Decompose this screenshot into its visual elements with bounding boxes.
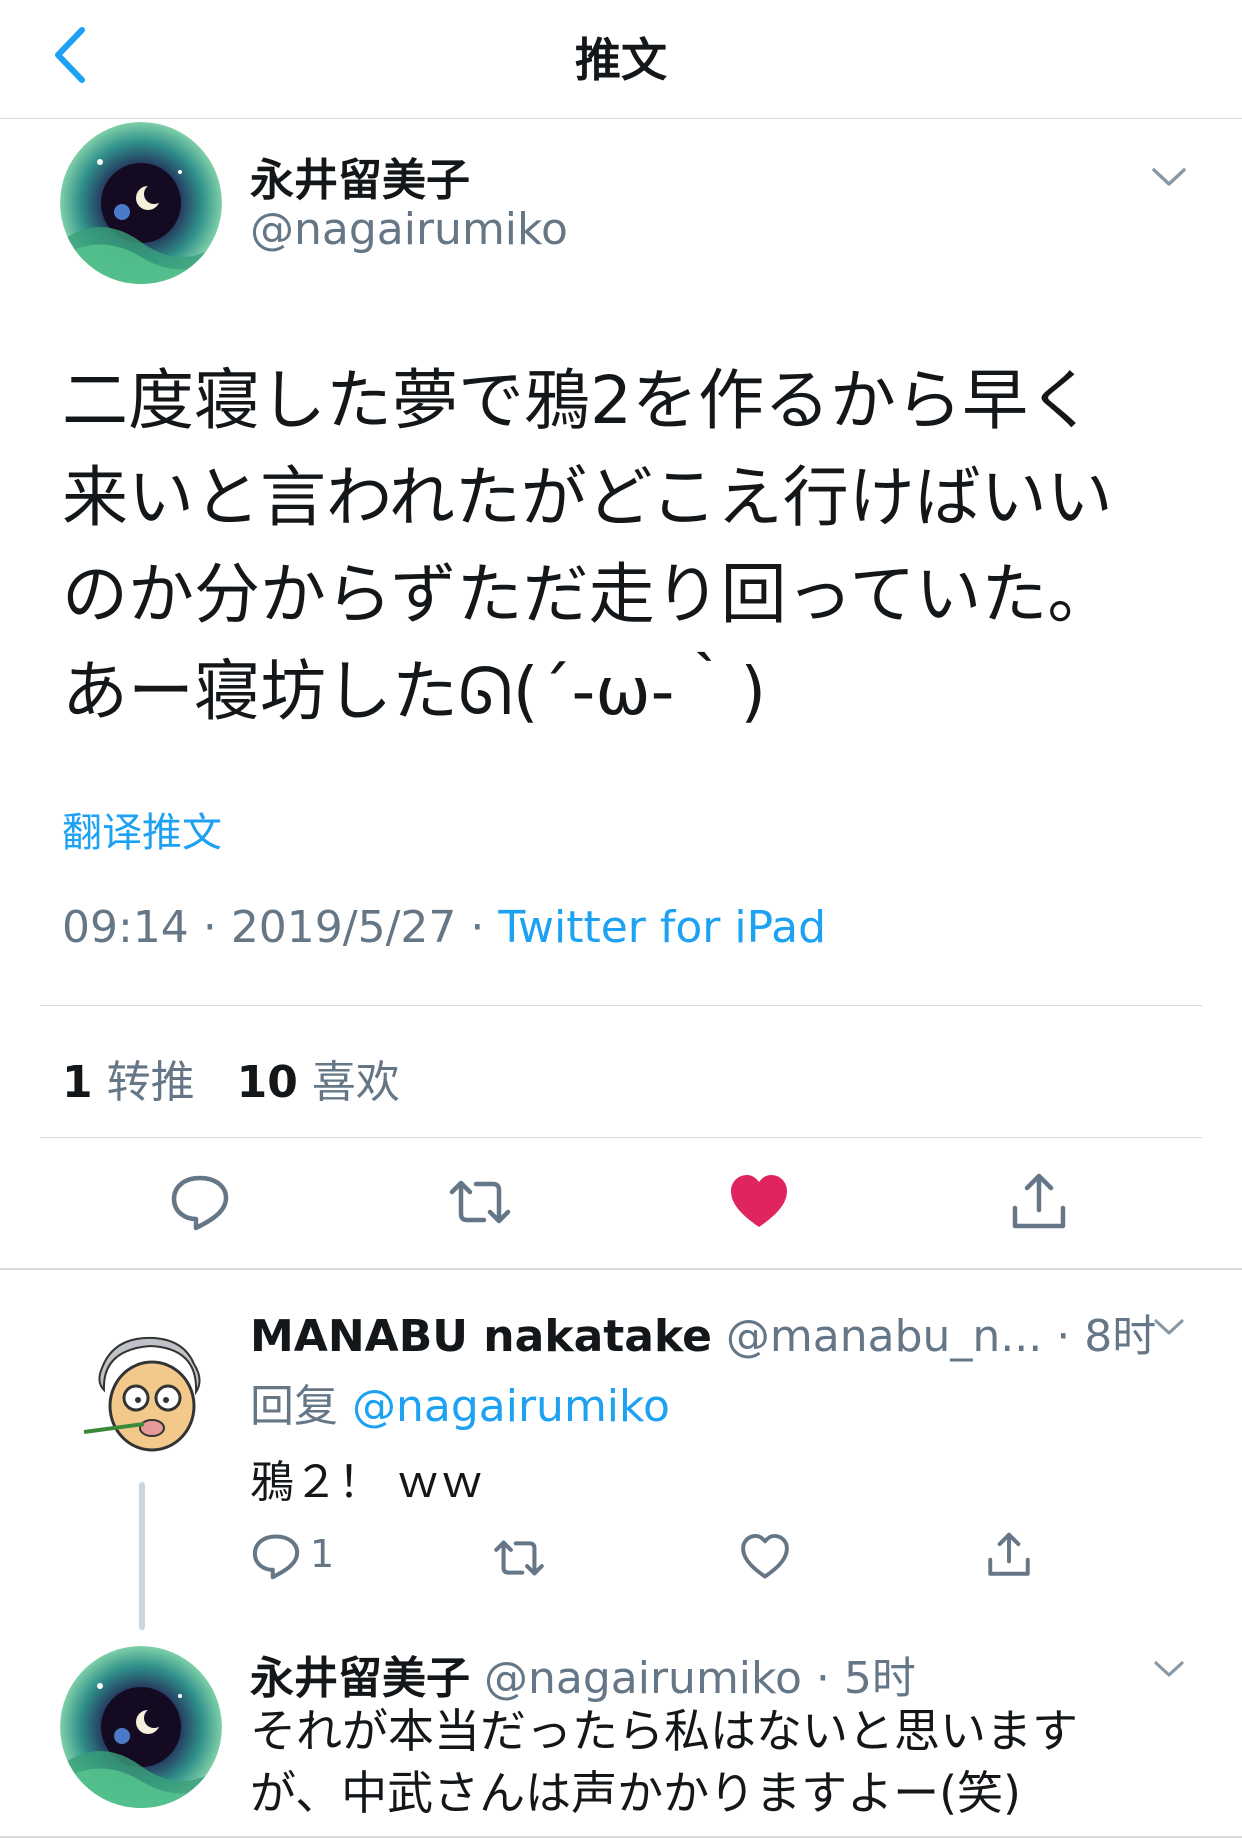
tweet-meta: 09:14 · 2019/5/27 · Twitter for iPad <box>62 902 826 953</box>
chevron-down-icon <box>1154 1661 1184 1677</box>
share-button[interactable] <box>984 1530 1036 1582</box>
share-button[interactable] <box>1007 1170 1071 1234</box>
reply-author-handle[interactable]: @manabu_n... <box>726 1311 1042 1362</box>
tweet-date: 2019/5/27 <box>230 902 457 953</box>
tweet-text-line: あー寝坊したᘏ(´-ω-｀) <box>62 653 767 730</box>
meta-dot: · <box>470 902 485 953</box>
divider <box>0 1836 1242 1838</box>
tweet-text-line: 二度寝した夢で鴉2を作るから早く <box>62 362 1094 439</box>
avatar[interactable] <box>60 122 222 284</box>
reply-context: 回复 @nagairumiko <box>250 1370 670 1434</box>
avatar[interactable] <box>60 1646 222 1808</box>
divider <box>40 1137 1202 1138</box>
page-title: 推文 <box>575 33 667 87</box>
reply-text-line: が、中武さんは声かかりますよー(笑) <box>250 1766 1021 1820</box>
tweet-text: 二度寝した夢で鴉2を作るから早く 来いと言われたがどこえ行けばいい のか分からず… <box>62 352 1192 740</box>
reply-author-name[interactable]: MANABU nakatake <box>250 1311 712 1362</box>
author-handle[interactable]: @nagairumiko <box>250 204 568 255</box>
like-label: 喜欢 <box>311 1057 400 1108</box>
reply-author-handle[interactable]: @nagairumiko <box>484 1653 802 1704</box>
reply-text-line: それが本当だったら私はないと思います <box>250 1704 1078 1758</box>
retweet-icon <box>449 1180 511 1224</box>
share-icon <box>1012 1173 1066 1229</box>
reply-to-label: 回复 <box>250 1381 338 1432</box>
reply-icon <box>252 1534 300 1580</box>
retweet-label: 转推 <box>106 1057 195 1108</box>
reply-to-handle-link[interactable]: @nagairumiko <box>352 1381 670 1432</box>
retweet-button[interactable] <box>492 1532 550 1584</box>
thread-connector <box>139 1482 145 1630</box>
reply-count: 1 <box>310 1532 335 1576</box>
meta-dot: · <box>202 902 217 953</box>
share-icon <box>988 1532 1030 1576</box>
reply-header: MANABU nakatake @manabu_n... · 8时 <box>250 1300 1156 1364</box>
chevron-down-icon <box>1152 168 1186 186</box>
more-options-button[interactable] <box>1152 1316 1186 1338</box>
reply-author-name[interactable]: 永井留美子 <box>250 1653 470 1704</box>
reply-icon <box>171 1175 229 1231</box>
more-options-button[interactable] <box>1152 1658 1186 1680</box>
retweet-icon <box>494 1540 544 1576</box>
tweet-source-link[interactable]: Twitter for iPad <box>498 902 826 953</box>
avatar[interactable] <box>74 1320 226 1472</box>
more-options-button[interactable] <box>1150 164 1188 190</box>
tweet-text-line: のか分からずただ走り回っていた。 <box>62 556 1114 633</box>
like-button[interactable] <box>740 1532 792 1584</box>
reply-time: · 5时 <box>815 1653 916 1704</box>
like-count: 10 <box>236 1057 298 1108</box>
author-name[interactable]: 永井留美子 <box>250 144 470 208</box>
tweet-stats: 1 转推 10 喜欢 <box>62 1046 400 1110</box>
reply-header: 永井留美子 @nagairumiko · 5时 <box>250 1642 916 1706</box>
like-button[interactable] <box>727 1170 791 1234</box>
retweets-stat[interactable]: 1 转推 <box>62 1057 195 1108</box>
section-divider <box>0 1268 1242 1270</box>
reply-button[interactable]: 1 <box>250 1530 340 1582</box>
chevron-down-icon <box>1154 1319 1184 1335</box>
retweet-count: 1 <box>62 1057 93 1108</box>
divider <box>40 1005 1202 1006</box>
reply-time: · 8时 <box>1056 1311 1157 1362</box>
heart-icon <box>741 1533 789 1579</box>
reply-button[interactable] <box>168 1170 232 1234</box>
tweet-time: 09:14 <box>62 902 189 953</box>
reply-text: それが本当だったら私はないと思います が、中武さんは声かかりますよー(笑) <box>250 1700 1210 1824</box>
heart-filled-icon <box>731 1175 787 1227</box>
tweet-text-line: 来いと言われたがどこえ行けばいい <box>62 459 1113 536</box>
likes-stat[interactable]: 10 喜欢 <box>237 1057 400 1108</box>
translate-tweet-link[interactable]: 翻译推文 <box>62 800 222 858</box>
reply-text: 鴉２！ ｗｗ <box>250 1457 484 1508</box>
retweet-button[interactable] <box>448 1170 512 1234</box>
